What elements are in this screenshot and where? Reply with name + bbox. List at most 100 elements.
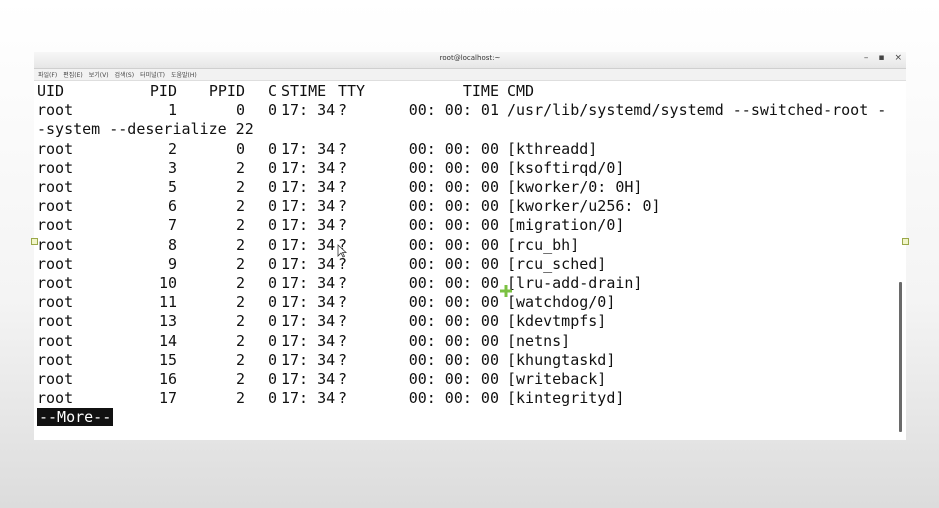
- cell-stime: 17: 34: [281, 293, 336, 312]
- cell-c: 0: [267, 178, 277, 196]
- cell-c: 0: [267, 101, 277, 120]
- cell-time: 00: 00: 00: [408, 235, 499, 254]
- minimize-button[interactable]: –: [864, 53, 869, 63]
- cell-c: 0: [267, 274, 277, 292]
- cell-pid: 15: [158, 350, 177, 369]
- cell-tty: ?: [338, 293, 348, 312]
- cell-c: 0: [267, 293, 277, 312]
- cell-time: 00: 00: 00: [408, 158, 499, 177]
- cell-pid: 2: [167, 139, 177, 158]
- cell-cmd: [watchdog/0]: [507, 293, 616, 312]
- cell-uid: root: [37, 389, 74, 408]
- process-row: root 8 2 0 17: 34? 00: 00: 00 [rcu_bh]: [37, 236, 896, 255]
- cell-cmd: [kworker/u256: 0]: [507, 197, 661, 216]
- cell-pid: 17: [158, 389, 177, 408]
- cell-uid: root: [37, 216, 74, 235]
- cell-pid: 10: [158, 274, 177, 292]
- title-bar[interactable]: root@localhost:~ – ▪ ×: [34, 52, 906, 69]
- cell-tty: TTY: [338, 82, 366, 100]
- cell-stime: 17: 34: [281, 350, 336, 369]
- cell-uid: root: [37, 101, 74, 120]
- cell-ppid: 2: [235, 235, 245, 254]
- cell-time: 00: 00: 00: [408, 312, 499, 331]
- cell-time: 00: 00: 00: [408, 178, 499, 196]
- cell-uid: root: [37, 350, 74, 369]
- cell-uid: root: [37, 158, 74, 177]
- cell-ppid: 2: [235, 254, 245, 273]
- process-row: root 14 2 0 17: 34? 00: 00: 00 [netns]: [37, 332, 896, 351]
- cell-uid: root: [37, 293, 74, 312]
- resize-handle-right[interactable]: [902, 238, 909, 245]
- scrollbar[interactable]: [898, 82, 904, 438]
- cell-c: 0: [267, 312, 277, 331]
- cell-ppid: 2: [235, 331, 245, 350]
- cell-ppid: 2: [235, 216, 245, 235]
- process-row: root 3 2 0 17: 34? 00: 00: 00 [ksoftirqd/0]: [37, 159, 896, 178]
- cell-c: 0: [267, 331, 277, 350]
- menu-search[interactable]: 검색(S): [115, 70, 135, 79]
- cell-c: 0: [267, 216, 277, 235]
- wrapped-line: -system --deserialize 22: [37, 120, 254, 139]
- menu-bar: 파일(F) 편집(E) 보기(V) 검색(S) 터미널(T) 도움말(H): [34, 69, 906, 81]
- cell-uid: root: [37, 235, 74, 254]
- more-prompt[interactable]: --More--: [37, 408, 114, 427]
- cell-c: 0: [267, 197, 277, 216]
- cell-cmd: [rcu_bh]: [507, 235, 580, 254]
- cell-cmd: [rcu_sched]: [507, 254, 607, 273]
- process-row: root 10 2 0 17: 34? 00: 00: 00 [lru-add-drain]: [37, 274, 896, 293]
- cell-cmd: [kworker/0: 0H]: [507, 178, 643, 196]
- cell-ppid: 0: [235, 101, 245, 120]
- cell-c: 0: [267, 370, 277, 388]
- maximize-button[interactable]: ▪: [878, 53, 884, 63]
- cell-uid: root: [37, 331, 74, 350]
- cell-ppid: 2: [235, 312, 245, 331]
- cell-ppid: PPID: [208, 82, 245, 100]
- cell-cmd: [kdevtmpfs]: [507, 312, 607, 331]
- cell-time: 00: 00: 00: [408, 216, 499, 235]
- cell-cmd: /usr/lib/systemd/systemd --switched-root…: [507, 101, 887, 120]
- cell-c: 0: [267, 254, 277, 273]
- cell-time: 00: 00: 00: [408, 331, 499, 350]
- process-row: root 9 2 0 17: 34? 00: 00: 00 [rcu_sched]: [37, 255, 896, 274]
- cell-uid: root: [37, 139, 74, 158]
- cell-time: TIME: [462, 82, 499, 100]
- cell-cmd: [kthreadd]: [507, 139, 598, 158]
- cell-pid: 16: [158, 370, 177, 388]
- resize-handle-left[interactable]: [31, 238, 38, 245]
- cell-time: 00: 00: 00: [408, 293, 499, 312]
- menu-terminal[interactable]: 터미널(T): [140, 70, 165, 79]
- cell-stime: 17: 34: [281, 101, 336, 120]
- cell-pid: 7: [167, 216, 177, 235]
- process-row: root 5 2 0 17: 34? 00: 00: 00 [kworker/0: 0H]: [37, 178, 896, 197]
- cell-tty: ?: [338, 178, 348, 196]
- cell-cmd: [kintegrityd]: [507, 389, 625, 408]
- terminal-output[interactable]: UID PID PPID C STIME TTY TIME CMD root 1 0 0 17: 34?…: [34, 82, 896, 438]
- cell-uid: root: [37, 370, 74, 388]
- cell-time: 00: 00: 01: [408, 101, 499, 120]
- cell-stime: 17: 34: [281, 139, 336, 158]
- cell-tty: ?: [338, 274, 348, 292]
- cell-ppid: 2: [235, 389, 245, 408]
- cell-ppid: 2: [235, 197, 245, 216]
- cell-cmd: [writeback]: [507, 370, 607, 388]
- menu-edit[interactable]: 편집(E): [63, 70, 83, 79]
- cell-c: 0: [267, 389, 277, 408]
- cell-cmd: [netns]: [507, 331, 571, 350]
- cell-tty: ?: [338, 216, 348, 235]
- window-controls: – ▪ ×: [864, 53, 902, 63]
- terminal-window: root@localhost:~ – ▪ × 파일(F) 편집(E) 보기(V)…: [31, 52, 909, 440]
- process-row: root 13 2 0 17: 34? 00: 00: 00 [kdevtmpfs]: [37, 312, 896, 331]
- menu-view[interactable]: 보기(V): [89, 70, 109, 79]
- scrollbar-thumb[interactable]: [899, 282, 902, 432]
- cell-pid: 9: [167, 254, 177, 273]
- cell-stime: 17: 34: [281, 158, 336, 177]
- cell-ppid: 2: [235, 178, 245, 196]
- window-title: root@localhost:~: [439, 54, 501, 62]
- menu-file[interactable]: 파일(F): [38, 70, 57, 79]
- cell-time: 00: 00: 00: [408, 370, 499, 388]
- cell-c: C: [267, 82, 277, 100]
- close-button[interactable]: ×: [894, 53, 902, 63]
- cell-stime: 17: 34: [281, 331, 336, 350]
- cell-pid: 8: [167, 235, 177, 254]
- menu-help[interactable]: 도움말(H): [171, 70, 197, 79]
